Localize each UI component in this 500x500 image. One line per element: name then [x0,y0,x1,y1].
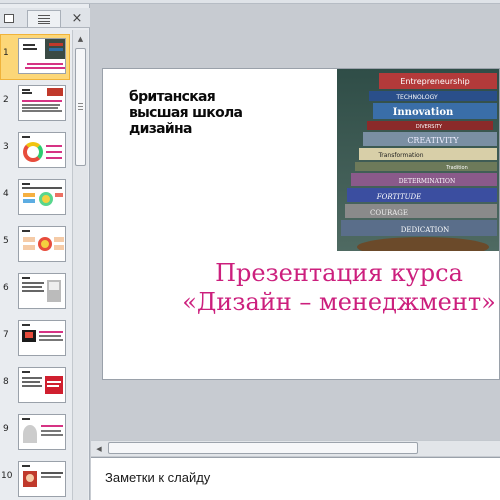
slide-number: 7 [3,330,9,340]
thumbnail-scrollbar[interactable]: ▲ [72,30,88,500]
scroll-left-icon[interactable]: ◀ [93,442,105,455]
slides-icon [38,14,50,24]
slide-thumbnail-image [18,320,66,356]
logo-line: дизайна [129,121,192,137]
slide-number: 2 [3,95,9,105]
books-illustration: Entrepreneurship TECHNOLOGY Innovation D… [337,69,499,257]
pane-tabs: × [0,8,90,28]
horizontal-scrollbar[interactable]: ◀ [91,440,500,456]
slide-thumbnail-image [18,414,66,450]
slide-number: 4 [3,189,9,199]
slide-thumbnail-image [18,367,66,403]
slide-editing-area: британская высшая школа дизайна Entrepre… [91,4,500,455]
book-label: DETERMINATION [399,178,455,185]
close-pane-button[interactable]: × [68,10,86,27]
scrollbar-thumb[interactable] [75,48,86,166]
book-label: CREATIVITY [407,136,459,145]
slides-pane: × 1 2 3 4 5 6 7 8 9 10 ▲ [0,4,90,500]
slide-number: 10 [1,471,13,481]
slide-thumbnail-6[interactable]: 6 [0,273,72,317]
slide-thumbnail-2[interactable]: 2 [0,85,72,129]
slide-thumbnail-1[interactable]: 1 [0,34,72,82]
slide-number: 8 [3,377,9,387]
book-label: COURAGE [370,209,408,217]
slide-thumbnail-image [18,85,66,121]
slide-thumbnail-image [18,132,66,168]
logo-line: высшая школа [129,105,243,121]
title-line-2: «Дизайн – менеджмент» [182,288,496,316]
school-logo: британская высшая школа дизайна [129,89,243,137]
slide-number: 3 [3,142,9,152]
slide-number: 1 [3,48,9,58]
title-line-1: Презентация курса [215,259,463,287]
close-icon: × [71,11,83,26]
slide-thumbnail-image [18,179,66,215]
slide-number: 9 [3,424,9,434]
book-label: FORTITUDE [376,193,421,201]
slide-thumbnail-9[interactable]: 9 [0,414,72,458]
slide-thumbnail-5[interactable]: 5 [0,226,72,270]
book-label: Tradition [445,165,468,171]
book-label: Innovation [393,107,454,118]
slide-thumbnail-10[interactable]: 10 [0,461,72,500]
slide-thumbnail-list: 1 2 3 4 5 6 7 8 9 10 [0,30,72,500]
slide-thumbnail-image [18,461,66,497]
slide-number: 5 [3,236,9,246]
slide-thumbnail-8[interactable]: 8 [0,367,72,411]
current-slide[interactable]: британская высшая школа дизайна Entrepre… [102,68,500,380]
slide-thumbnail-image [18,273,66,309]
slide-thumbnail-image [18,226,66,262]
book-label: Transformation [377,152,423,159]
book-label: DIVERSITY [416,124,443,130]
outline-tab[interactable] [2,10,16,27]
slide-number: 6 [3,283,9,293]
book-label: TECHNOLOGY [395,94,438,101]
slide-title[interactable]: Презентация курса «Дизайн – менеджмент» [119,259,499,317]
notes-pane[interactable]: Заметки к слайду [91,457,500,500]
outline-icon [4,14,14,23]
slide-thumbnail-4[interactable]: 4 [0,179,72,223]
book-label: DEDICATION [401,226,449,234]
book-label: Entrepreneurship [400,77,469,86]
slides-tab[interactable] [27,10,61,27]
slide-thumbnail-3[interactable]: 3 [0,132,72,176]
slide-thumbnail-image [18,38,66,74]
logo-line: британская [129,89,216,105]
scroll-up-icon[interactable]: ▲ [73,32,88,46]
notes-placeholder: Заметки к слайду [105,470,211,485]
slide-thumbnail-7[interactable]: 7 [0,320,72,364]
horizontal-scrollbar-thumb[interactable] [108,442,418,454]
books-stack-image: Entrepreneurship TECHNOLOGY Innovation D… [337,69,499,257]
